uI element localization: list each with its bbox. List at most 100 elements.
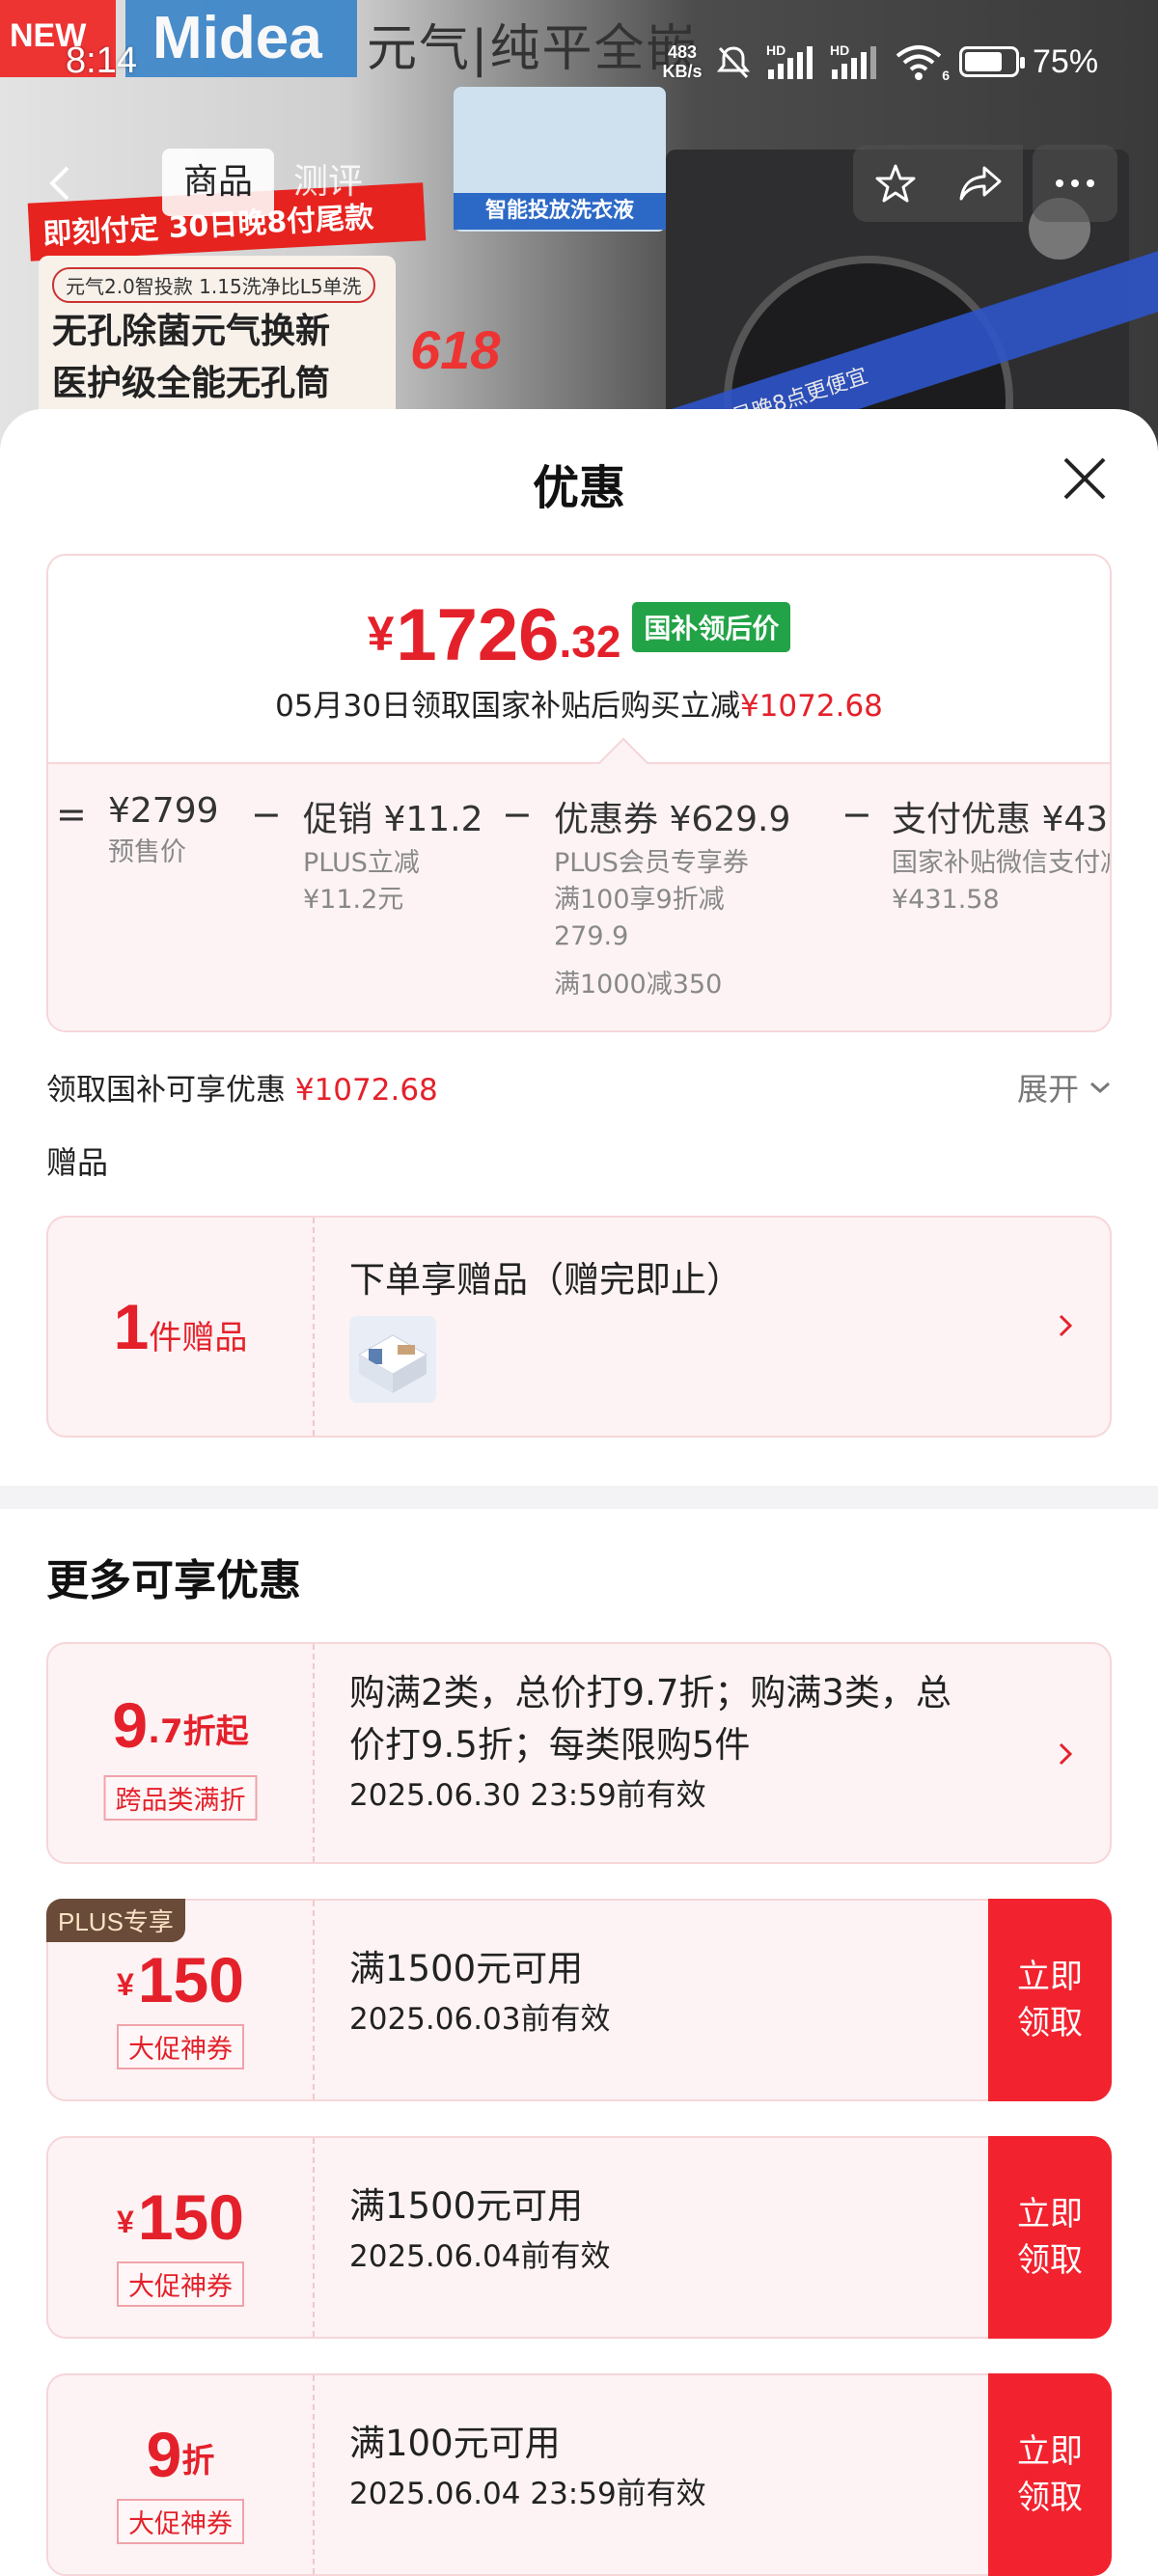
- breakdown-label: 优惠券 ¥629.9: [554, 800, 791, 839]
- breakdown-label: 促销 ¥11.2: [303, 800, 483, 839]
- coupon-currency: ¥: [117, 1967, 134, 2002]
- claim-label-2: 领取: [1017, 2241, 1083, 2280]
- hero-618-badge: 618: [410, 319, 501, 380]
- breakdown-desc: PLUS立减: [303, 848, 420, 878]
- equals-sign: =: [56, 793, 87, 836]
- coupon-condition: 满100元可用: [349, 2423, 561, 2464]
- coupon-condition: 满1500元可用: [349, 2185, 584, 2227]
- coupon-validity: 2025.06.04 23:59前有效: [349, 2477, 706, 2511]
- coupon-amount: 9 折: [48, 2422, 313, 2487]
- discount-sheet: 优惠 ¥ 1726 .32 国补领后价 05月30日领取国家补贴后购买立减¥10…: [0, 409, 1158, 2576]
- minus-sign: −: [502, 793, 533, 836]
- tab-product[interactable]: 商品: [162, 149, 275, 216]
- price-sub-amount: ¥1072.68: [739, 689, 883, 724]
- gift-card[interactable]: 1 件赠品 下单享赠品（赠完即止）: [46, 1216, 1112, 1438]
- chevron-right-icon: [1059, 1742, 1073, 1766]
- battery-icon: [959, 46, 1025, 77]
- breakdown-item-promo: 促销 ¥11.2 PLUS立减 ¥11.2元: [303, 791, 483, 918]
- breakdown-desc: 279.9: [554, 921, 629, 951]
- coupon-body: 满1500元可用 2025.06.04前有效: [349, 2180, 611, 2281]
- claim-label-2: 领取: [1017, 2479, 1083, 2517]
- tab-review[interactable]: 测评: [272, 149, 384, 216]
- subsidy-label: 领取国补可享优惠: [46, 1073, 286, 1108]
- coupon-amount: 9 .7折起: [48, 1692, 313, 1758]
- coupon-amount: ¥ 150: [48, 2184, 313, 2250]
- status-icons: HD HD 6 75%: [714, 41, 1098, 83]
- coupon-big-number: 9: [112, 1689, 149, 1761]
- coupon-rule-cont: 价打9.5折；每类限购5件: [349, 1724, 751, 1766]
- signal-icon: HD: [830, 42, 880, 81]
- coupon-body: 购满2类，总价打9.7折；购满3类，总 价打9.5折；每类限购5件 2025.0…: [349, 1667, 1025, 1820]
- breakdown-desc: 满1000减350: [554, 970, 723, 1000]
- more-icon: [1056, 179, 1094, 187]
- sheet-title: 优惠: [532, 461, 625, 515]
- hero-card-small: 元气2.0智投款 1.15洗净比L5单洗: [52, 267, 375, 303]
- coupon-tag: 大促神券: [117, 2499, 244, 2544]
- star-icon: [875, 164, 916, 203]
- coupon-suffix: 折: [181, 2442, 215, 2480]
- coupon-tag: 大促神券: [117, 2024, 244, 2069]
- subsidy-amount: ¥1072.68: [294, 1073, 438, 1108]
- status-time: 8:14: [66, 41, 137, 81]
- coupon-condition: 满1500元可用: [349, 1948, 584, 1989]
- coupon-value: 9 .7折起 跨品类满折: [48, 1644, 315, 1862]
- breakdown-desc: 预售价: [108, 837, 186, 867]
- back-icon[interactable]: [39, 160, 85, 206]
- claim-coupon-button[interactable]: 立即 领取: [988, 2373, 1112, 2576]
- breakdown-label: 支付优惠 ¥431.58: [892, 800, 1110, 839]
- price-breakdown: = ¥2799 预售价 − 促销 ¥11.2 PLUS立减 ¥11.2元 − 优…: [48, 762, 1112, 1030]
- coupon-cross-category[interactable]: 9 .7折起 跨品类满折 购满2类，总价打9.7折；购满3类，总 价打9.5折；…: [46, 1642, 1112, 1864]
- claim-label-1: 立即: [1017, 2432, 1083, 2471]
- share-icon: [959, 166, 1002, 201]
- expand-toggle[interactable]: 展开: [1017, 1065, 1112, 1110]
- gift-room-image: [349, 1316, 436, 1403]
- price-decimal: .32: [559, 617, 621, 667]
- gift-thumbnail[interactable]: [349, 1316, 436, 1403]
- mute-icon: [716, 46, 751, 79]
- breakdown-desc: 国家补贴微信支付减: [892, 848, 1112, 878]
- expand-label: 展开: [1016, 1071, 1079, 1108]
- coupon-body: 满1500元可用 2025.06.03前有效: [349, 1943, 611, 2043]
- network-speed: 483 KB/s: [656, 42, 708, 81]
- favorite-button[interactable]: [853, 145, 938, 222]
- signal-hd-label: HD: [830, 42, 850, 58]
- net-speed-value: 483: [667, 42, 698, 62]
- more-button[interactable]: [1033, 145, 1117, 222]
- coupon-150[interactable]: ¥ 150 大促神券 满1500元可用 2025.06.04前有效 立即 领取: [46, 2136, 1112, 2339]
- coupon-validity: 2025.06.03前有效: [349, 2002, 611, 2037]
- signal-hd-label: HD: [766, 42, 786, 58]
- subsidy-row[interactable]: 领取国补可享优惠 ¥1072.68 展开: [46, 1065, 1112, 1113]
- close-icon[interactable]: [1058, 452, 1112, 506]
- section-divider: [0, 1486, 1158, 1509]
- more-offers-title: 更多可享优惠: [46, 1556, 301, 1605]
- coupon-body: 满100元可用 2025.06.04 23:59前有效: [349, 2418, 706, 2518]
- coupon-value: ¥ 150 大促神券: [48, 1901, 315, 2099]
- claim-coupon-button[interactable]: 立即 领取: [988, 2136, 1112, 2339]
- hero-feature-card: 元气2.0智投款 1.15洗净比L5单洗 无孔除菌元气换新 医护级全能无孔筒: [39, 256, 396, 420]
- subsidy-summary: 领取国补可享优惠 ¥1072.68: [46, 1065, 1112, 1109]
- coupon-currency: ¥: [117, 2205, 134, 2239]
- claim-label-1: 立即: [1017, 1958, 1083, 1996]
- price-sub-text: 05月30日领取国家补贴后购买立减: [275, 689, 740, 724]
- hero-card-line2: 医护级全能无孔筒: [52, 364, 331, 403]
- gift-count-unit: 件赠品: [149, 1318, 248, 1357]
- coupon-validity: 2025.06.30 23:59前有效: [349, 1778, 706, 1813]
- minus-sign: −: [251, 793, 282, 836]
- coupon-tag: 跨品类满折: [103, 1775, 258, 1821]
- breakdown-item-coupon: 优惠券 ¥629.9 PLUS会员专享券 满100享9折减 279.9 满100…: [554, 791, 805, 1003]
- coupon-90-percent[interactable]: 9 折 大促神券 满100元可用 2025.06.04 23:59前有效 立即领…: [46, 2373, 1112, 2576]
- breakdown-item-payment: 支付优惠 ¥431.58 国家补贴微信支付减 ¥431.58: [892, 791, 1112, 918]
- coupon-plus-150[interactable]: PLUS专享 ¥ 150 大促神券 满1500元可用 2025.06.03前有效…: [46, 1899, 1112, 2101]
- hero-card-line1: 无孔除菌元气换新: [52, 312, 331, 351]
- coupon-big-number: 9: [146, 2419, 182, 2490]
- breakdown-label: ¥2799: [108, 791, 219, 831]
- coupon-validity: 2025.06.04前有效: [349, 2239, 611, 2274]
- gift-count-number: 1: [113, 1291, 150, 1362]
- share-button[interactable]: [938, 145, 1023, 222]
- gift-section-title: 赠品: [46, 1144, 109, 1181]
- coupon-rule: 购满2类，总价打9.7折；购满3类，总: [349, 1672, 951, 1713]
- wifi-icon: 6: [894, 42, 950, 83]
- claim-label-1: 立即: [1017, 2195, 1083, 2233]
- claim-label-2: 领取: [1017, 2004, 1083, 2042]
- claim-coupon-button[interactable]: 立即 领取: [988, 1899, 1112, 2101]
